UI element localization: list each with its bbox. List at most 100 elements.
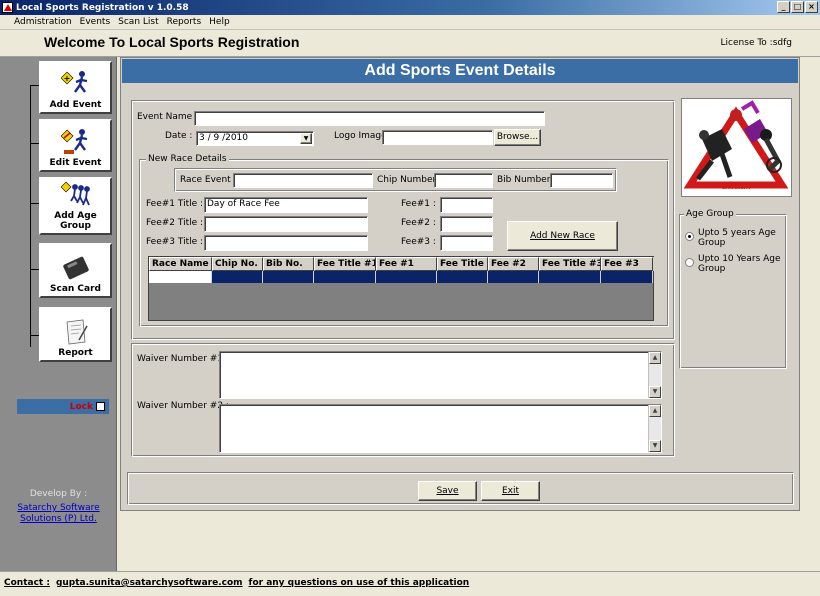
contact-email-link[interactable]: gupta.sunita@satarchysoftware.com: [56, 578, 243, 588]
contact-label: Contact :: [4, 578, 50, 588]
fee3-label: Fee#3 :: [401, 237, 436, 247]
fee1-title-input[interactable]: Day of Race Fee: [204, 197, 368, 213]
bib-number-input[interactable]: [550, 173, 613, 188]
menu-help[interactable]: Help: [209, 17, 230, 27]
title-bar: Local Sports Registration v 1.0.58 _ □ ×: [0, 0, 820, 15]
grid-col-fee-title-3[interactable]: Fee Title #3: [539, 257, 601, 271]
age-group-legend: Age Group: [684, 209, 736, 219]
menu-events[interactable]: Events: [80, 17, 110, 27]
sidebar-item-label: Add Age Group: [54, 211, 97, 231]
sidebar-item-report[interactable]: Report: [39, 307, 112, 362]
radio-age-10[interactable]: [685, 258, 694, 267]
event-logo-image: SATARCHY: [681, 98, 792, 197]
scroll-up-icon[interactable]: ▲: [649, 352, 661, 364]
footer-contact: Contact : gupta.sunita@satarchysoftware.…: [4, 578, 469, 588]
waiver2-textarea[interactable]: ▲ ▼: [219, 404, 662, 453]
grid-col-fee-title-1[interactable]: Fee Title #1: [314, 257, 376, 271]
fee3-input[interactable]: [440, 235, 493, 251]
waiver1-label: Waiver Number #1 :: [137, 354, 229, 364]
sidebar-item-add-event[interactable]: + Add Event: [39, 61, 112, 114]
grid-header: Race Name Chip No. Bib No. Fee Title #1 …: [149, 257, 655, 271]
menu-admistration[interactable]: Admistration: [14, 17, 72, 27]
grid-col-fee-1[interactable]: Fee #1: [376, 257, 437, 271]
company-link[interactable]: Satarchy Software Solutions (P) Ltd.: [0, 503, 117, 525]
waiver2-scrollbar[interactable]: ▲ ▼: [648, 405, 661, 452]
sports-logo-icon: [683, 100, 789, 189]
event-name-input[interactable]: [194, 111, 545, 126]
contact-note: for any questions on use of this applica…: [248, 578, 470, 588]
table-row[interactable]: [149, 271, 655, 283]
grid-col-fee-title-2[interactable]: Fee Title #: [437, 257, 488, 271]
age-option-label: Upto 10 Years Age Group: [698, 254, 781, 274]
right-background: [801, 57, 820, 571]
grid-col-chip-no[interactable]: Chip No.: [212, 257, 263, 271]
add-new-race-button[interactable]: Add New Race: [507, 221, 618, 251]
logo-image-label: Logo Image: [334, 131, 387, 141]
fee3-title-input[interactable]: [204, 235, 368, 251]
window-title: Local Sports Registration v 1.0.58: [16, 2, 189, 13]
date-picker[interactable]: 3 / 9 /2010 ▼: [196, 131, 314, 146]
sidebar-item-label: Add Event: [49, 100, 102, 110]
close-button[interactable]: ×: [805, 1, 818, 13]
grid-col-bib-no[interactable]: Bib No.: [263, 257, 314, 271]
waiver2-label: Waiver Number #2 :: [137, 401, 229, 411]
header: Welcome To Local Sports Registration Lic…: [0, 31, 820, 57]
scroll-down-icon[interactable]: ▼: [649, 440, 661, 452]
menu-bar: Admistration Events Scan List Reports He…: [0, 15, 820, 30]
event-name-label: Event Name :: [137, 112, 199, 122]
age-option-5[interactable]: Upto 5 years Age Group: [685, 228, 785, 248]
age-option-label: Upto 5 years Age Group: [698, 228, 776, 248]
grid-col-race-name[interactable]: Race Name: [149, 257, 212, 271]
fee2-title-label: Fee#2 Title :: [146, 218, 204, 228]
sidebar-item-label: Report: [58, 348, 93, 358]
scroll-down-icon[interactable]: ▼: [649, 386, 661, 398]
date-value: 3 / 9 /2010: [199, 133, 249, 143]
radio-age-5[interactable]: [685, 232, 694, 241]
svg-text:+: +: [63, 74, 70, 83]
race-event-label: Race Event :: [180, 175, 237, 185]
chip-number-label: Chip Number :: [377, 175, 443, 185]
grid-col-fee-2[interactable]: Fee #2: [488, 257, 539, 271]
sidebar-item-scan-card[interactable]: Scan Card: [39, 243, 112, 298]
sidebar-item-label: Edit Event: [49, 158, 102, 168]
edit-runner-icon: [60, 128, 91, 156]
card-scanner-icon: [61, 254, 91, 282]
runner-icon: +: [60, 70, 91, 98]
waiver1-textarea[interactable]: ▲ ▼: [219, 351, 662, 399]
chip-number-input[interactable]: [434, 173, 493, 188]
grid-col-fee-3[interactable]: Fee #3: [601, 257, 653, 271]
maximize-button[interactable]: □: [791, 1, 804, 13]
date-dropdown-icon[interactable]: ▼: [300, 133, 312, 144]
report-icon: [61, 318, 91, 346]
menu-scan-list[interactable]: Scan List: [118, 17, 158, 27]
browse-button[interactable]: Browse...: [494, 129, 541, 146]
develop-by-label: Develop By :: [29, 489, 88, 499]
sidebar-item-edit-event[interactable]: Edit Event: [39, 119, 112, 172]
bib-number-label: Bib Number :: [497, 175, 557, 185]
race-event-input[interactable]: [233, 173, 373, 188]
save-button[interactable]: Save: [418, 481, 477, 501]
fee3-title-label: Fee#3 Title :: [146, 237, 204, 247]
footer: Contact : gupta.sunita@satarchysoftware.…: [0, 571, 820, 596]
menu-reports[interactable]: Reports: [167, 17, 202, 27]
lock-toggle[interactable]: Lock: [17, 399, 109, 414]
exit-button[interactable]: Exit: [481, 481, 540, 501]
minimize-button[interactable]: _: [777, 1, 790, 13]
new-race-legend: New Race Details: [146, 154, 229, 164]
scroll-up-icon[interactable]: ▲: [649, 405, 661, 417]
lock-checkbox[interactable]: [96, 402, 105, 411]
fee1-title-label: Fee#1 Title :: [146, 199, 204, 209]
fee2-input[interactable]: [440, 216, 493, 232]
date-label: Date :: [165, 131, 193, 141]
fee1-input[interactable]: [440, 197, 493, 213]
sidebar-item-add-age-group[interactable]: Add Age Group: [39, 177, 112, 235]
fee1-label: Fee#1 :: [401, 199, 436, 209]
race-grid[interactable]: Race Name Chip No. Bib No. Fee Title #1 …: [148, 256, 655, 321]
waiver1-scrollbar[interactable]: ▲ ▼: [648, 352, 661, 398]
welcome-title: Welcome To Local Sports Registration: [44, 34, 300, 50]
age-option-10[interactable]: Upto 10 Years Age Group: [685, 254, 785, 274]
bottom-background: [117, 512, 820, 571]
logo-image-input[interactable]: [382, 130, 493, 145]
fee2-title-input[interactable]: [204, 216, 368, 232]
logo-caption: SATARCHY: [722, 185, 752, 191]
